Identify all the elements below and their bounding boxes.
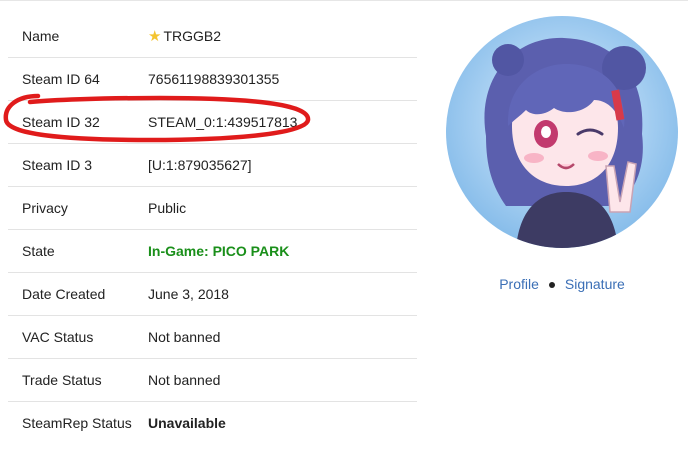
row-state: State In-Game: PICO PARK — [8, 230, 417, 273]
row-value: Public — [148, 200, 187, 216]
row-label: Privacy — [22, 200, 68, 216]
row-value: June 3, 2018 — [148, 286, 229, 302]
row-value[interactable]: STEAM_0:1:439517813 — [148, 101, 297, 144]
row-value[interactable]: 76561198839301355 — [148, 58, 279, 101]
row-value: Not banned — [148, 372, 221, 388]
star-icon: ★ — [148, 28, 162, 45]
row-label: State — [22, 243, 55, 259]
row-label: VAC Status — [22, 329, 94, 345]
signature-link[interactable]: Signature — [565, 276, 625, 292]
row-steam-id-32: Steam ID 32 STEAM_0:1:439517813 — [8, 101, 417, 144]
top-divider — [0, 0, 688, 1]
row-steam-id-64: Steam ID 64 76561198839301355 — [8, 58, 417, 101]
row-value[interactable]: [U:1:879035627] — [148, 144, 252, 187]
row-trade-status: Trade Status Not banned — [8, 359, 417, 402]
row-name: Name ★ TRGGB2 — [8, 15, 417, 58]
row-steam-id-3: Steam ID 3 [U:1:879035627] — [8, 144, 417, 187]
profile-link[interactable]: Profile — [499, 276, 539, 292]
avatar[interactable] — [446, 16, 678, 248]
separator-dot — [548, 282, 555, 289]
row-date-created: Date Created June 3, 2018 — [8, 273, 417, 316]
row-value: ★ TRGGB2 — [148, 15, 221, 58]
row-vac-status: VAC Status Not banned — [8, 316, 417, 359]
profile-links: Profile Signature — [446, 276, 678, 292]
row-label: Steam ID 3 — [22, 157, 93, 173]
profile-info-table: Name ★ TRGGB2 Steam ID 64 765611988393013… — [8, 15, 417, 445]
row-label: Steam ID 64 — [22, 71, 100, 87]
avatar-image — [446, 16, 678, 248]
row-label: Date Created — [22, 286, 106, 302]
row-steamrep-status: SteamRep Status Unavailable — [8, 402, 417, 445]
profile-name: TRGGB2 — [163, 28, 222, 44]
row-label: Steam ID 32 — [22, 114, 100, 130]
status-ingame: In-Game: PICO PARK — [148, 243, 290, 259]
row-label: SteamRep Status — [22, 415, 132, 431]
row-label: Trade Status — [22, 372, 102, 388]
row-label: Name — [22, 28, 60, 44]
row-privacy: Privacy Public — [8, 187, 417, 230]
row-value: Not banned — [148, 329, 221, 345]
row-value: Unavailable — [148, 415, 226, 431]
